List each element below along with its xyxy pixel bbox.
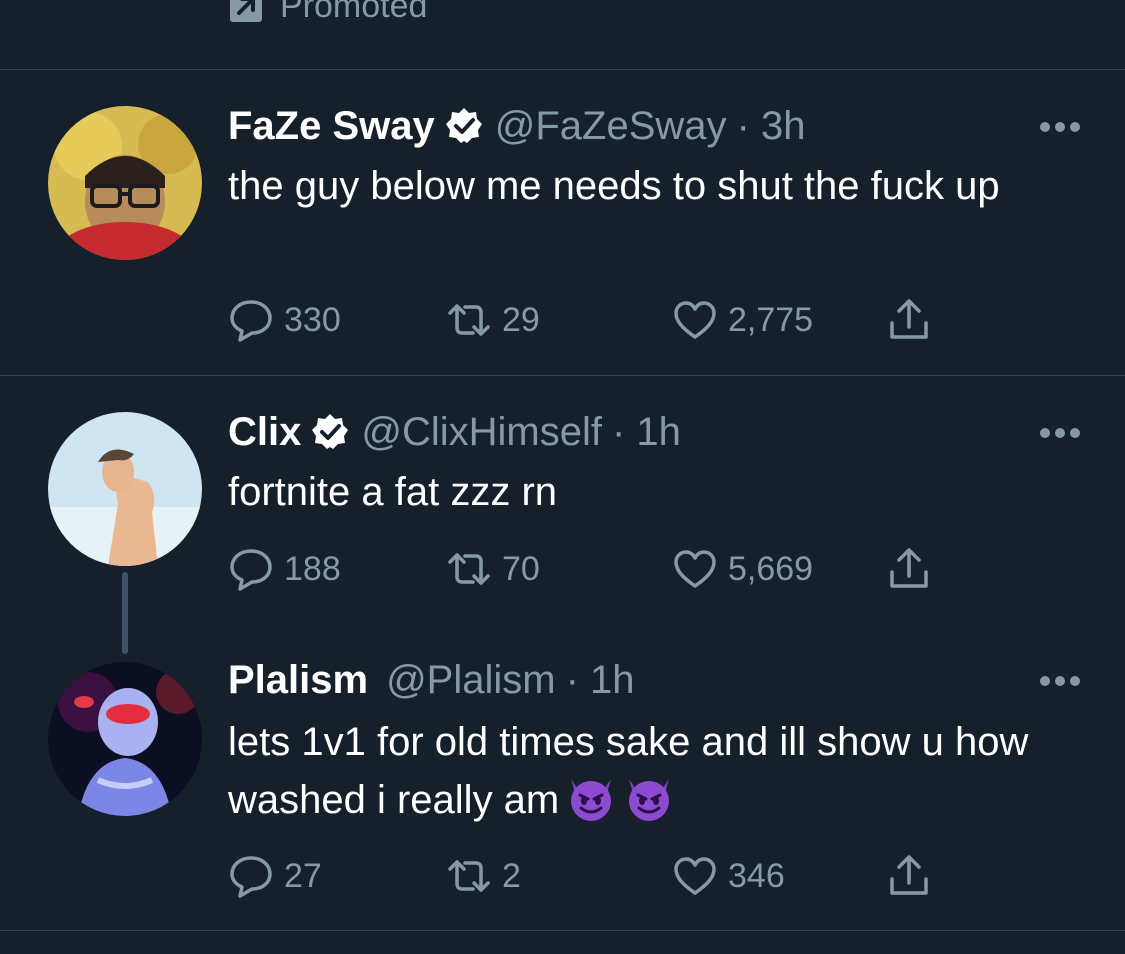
share-button[interactable] (886, 851, 932, 901)
promoted-arrow-icon (230, 0, 262, 22)
more-options-icon[interactable] (1039, 121, 1081, 133)
more-options-icon[interactable] (1039, 675, 1081, 687)
reply-count: 188 (284, 549, 341, 588)
tweet-text: the guy below me needs to shut the fuck … (228, 164, 1000, 208)
reply-count: 27 (284, 856, 322, 895)
like-count: 346 (728, 856, 785, 895)
reply-button[interactable]: 188 (228, 544, 341, 594)
tweet-plalism[interactable]: Plalism @Plalism · 1h lets 1v1 for old t… (0, 626, 1125, 930)
retweet-button[interactable]: 29 (446, 295, 540, 345)
verified-badge-icon (312, 414, 349, 449)
reply-icon (230, 549, 272, 591)
display-name[interactable]: FaZe Sway (228, 104, 435, 149)
avatar-clix[interactable] (48, 412, 202, 566)
handle[interactable]: @ClixHimself (361, 410, 602, 455)
divider (0, 930, 1125, 931)
retweet-icon (448, 304, 490, 336)
tweet-text: fortnite a fat zzz rn (228, 470, 558, 514)
avatar-fazesway[interactable] (48, 106, 202, 260)
action-bar: 27 2 346 (228, 851, 948, 901)
timestamp[interactable]: · 1h (566, 658, 635, 703)
retweet-count: 29 (502, 300, 540, 339)
action-bar: 330 29 2,775 (228, 295, 948, 345)
share-button[interactable] (886, 544, 932, 594)
promoted-text: Promoted (280, 0, 428, 25)
reply-icon (230, 856, 272, 898)
like-button[interactable]: 346 (672, 851, 785, 901)
more-options-icon[interactable] (1039, 427, 1081, 439)
retweet-button[interactable]: 70 (446, 544, 540, 594)
heart-icon (674, 301, 716, 339)
tweet-clix[interactable]: Clix @ClixHimself · 1h fortnite a fat zz… (0, 376, 1125, 654)
action-bar: 188 70 5,669 (228, 544, 948, 594)
heart-icon (674, 550, 716, 588)
timestamp[interactable]: · 1h (612, 410, 681, 455)
tweet-fazesway[interactable]: FaZe Sway @FaZeSway · 3h the guy below m… (0, 70, 1125, 375)
tweet-header: FaZe Sway @FaZeSway · 3h (228, 103, 805, 149)
smiling-devil-emoji-icon (629, 779, 670, 821)
smiling-devil-emoji-icon (571, 779, 612, 821)
retweet-icon (448, 553, 490, 585)
share-icon (890, 299, 928, 339)
promoted-label-row: Promoted (228, 0, 427, 26)
timestamp[interactable]: · 3h (737, 104, 806, 149)
like-button[interactable]: 2,775 (672, 295, 813, 345)
tweet-header: Clix @ClixHimself · 1h (228, 409, 681, 455)
heart-icon (674, 857, 716, 895)
reply-button[interactable]: 330 (228, 295, 341, 345)
tweet-text-container: lets 1v1 for old times sake and ill show… (228, 713, 1078, 829)
like-count: 2,775 (728, 300, 814, 339)
retweet-button[interactable]: 2 (446, 851, 521, 901)
reply-button[interactable]: 27 (228, 851, 322, 901)
reply-icon (230, 300, 272, 342)
handle[interactable]: @FaZeSway (495, 104, 727, 149)
tweet-header: Plalism @Plalism · 1h (228, 657, 635, 703)
avatar-plalism[interactable] (48, 662, 202, 816)
handle[interactable]: @Plalism (386, 658, 556, 703)
display-name[interactable]: Clix (228, 410, 301, 455)
retweet-count: 70 (502, 549, 540, 588)
share-button[interactable] (886, 295, 932, 345)
share-icon (890, 855, 928, 895)
share-icon (890, 548, 928, 588)
retweet-icon (448, 860, 490, 892)
like-button[interactable]: 5,669 (672, 544, 813, 594)
verified-badge-icon (445, 108, 482, 143)
reply-count: 330 (284, 300, 341, 339)
like-count: 5,669 (728, 549, 814, 588)
display-name[interactable]: Plalism (228, 658, 368, 703)
retweet-count: 2 (502, 856, 521, 895)
